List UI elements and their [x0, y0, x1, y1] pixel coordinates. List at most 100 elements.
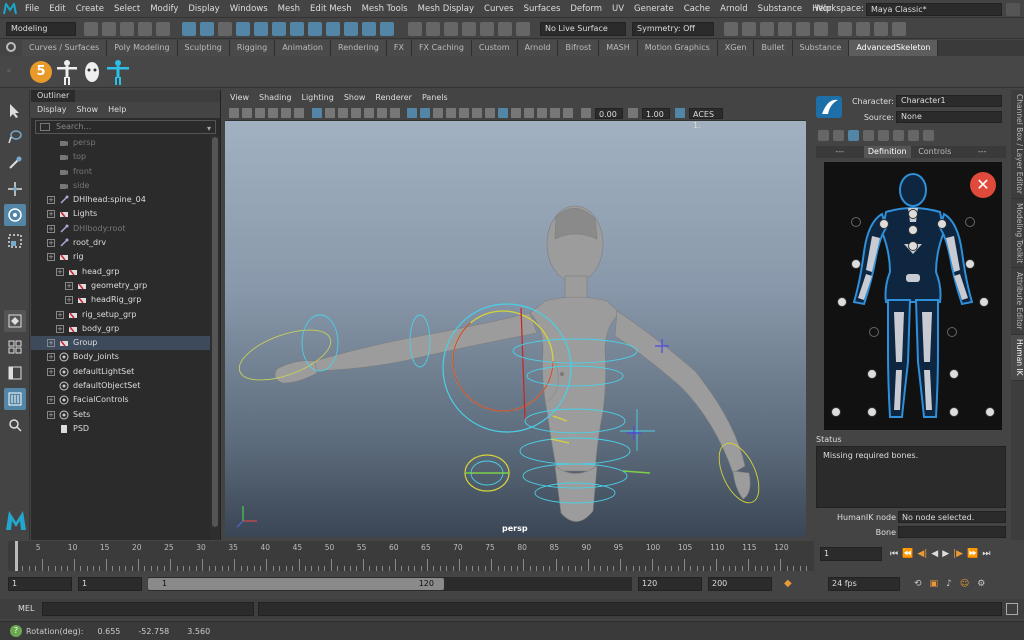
script-editor-icon[interactable] — [1006, 603, 1018, 615]
shelf-tab-rendering[interactable]: Rendering — [331, 40, 387, 56]
bookmark-icon[interactable] — [255, 108, 265, 118]
expand-icon[interactable]: + — [56, 310, 64, 319]
isolate-select-icon[interactable] — [524, 108, 534, 118]
symmetry-select[interactable]: Symmetry: Off — [632, 21, 714, 36]
expand-icon[interactable]: + — [65, 296, 73, 305]
scale-tool-icon[interactable] — [4, 230, 26, 252]
shelf-tab-custom[interactable]: Custom — [471, 40, 518, 56]
snap-vertex-icon[interactable] — [498, 21, 512, 36]
2d-pan-icon[interactable] — [281, 108, 291, 118]
humanik-tab-definition[interactable]: Definition — [863, 146, 911, 158]
snap-grid-icon[interactable] — [408, 21, 422, 36]
exposure-icon[interactable] — [580, 108, 591, 118]
select-component-icon[interactable] — [218, 21, 232, 36]
workspace-select[interactable]: Maya Classic* — [866, 3, 1002, 16]
shelf-tab-sculpting[interactable]: Sculpting — [177, 40, 230, 56]
xray-icon[interactable] — [498, 108, 508, 118]
snap-curve-icon[interactable] — [426, 21, 440, 36]
snap-point-icon[interactable] — [444, 21, 458, 36]
loop-icon[interactable]: ⟲ — [914, 579, 922, 589]
viewport-menu-show[interactable]: Show — [344, 90, 366, 106]
scene-start-field[interactable]: 1 — [8, 577, 72, 591]
outliner-item[interactable]: + Sets — [31, 408, 220, 422]
camera-attributes-icon[interactable] — [242, 108, 252, 118]
save-template-icon[interactable] — [878, 129, 889, 141]
fps-select[interactable]: 24 fps — [828, 577, 900, 591]
film-gate-icon[interactable] — [324, 108, 335, 118]
shelf-tab-rigging[interactable]: Rigging — [229, 40, 276, 56]
auto-key-icon[interactable]: ◆ — [784, 578, 796, 590]
expand-icon[interactable]: + — [47, 353, 55, 362]
step-forward-frame-icon[interactable]: |▶ — [953, 549, 963, 559]
outliner-item[interactable]: + rig_setup_grp — [31, 308, 220, 322]
source-select[interactable]: None — [896, 111, 1002, 123]
gamma-field[interactable]: 1.00 — [642, 107, 670, 119]
gate-mask-icon[interactable] — [350, 108, 361, 118]
delete-character-icon[interactable] — [893, 129, 904, 141]
outliner-tab[interactable]: Outliner — [31, 90, 76, 102]
menu-windows[interactable]: Windows — [225, 0, 273, 18]
outliner-item[interactable]: + DHIhead:spine_04 — [31, 193, 220, 207]
select-camera-icon[interactable] — [229, 108, 239, 118]
save-scene-icon[interactable] — [120, 21, 134, 36]
outliner-item[interactable]: + Body_joints — [31, 350, 220, 364]
outliner-search-input[interactable]: Search... ▾ — [35, 120, 216, 134]
viewport-menu-renderer[interactable]: Renderer — [375, 90, 412, 106]
advanced-skeleton-icon[interactable]: 5 — [30, 60, 52, 83]
expand-icon[interactable]: + — [47, 253, 55, 262]
shelf-tab-fx[interactable]: FX — [386, 40, 412, 56]
mask-locators-icon[interactable] — [380, 21, 394, 36]
undo-icon[interactable] — [138, 21, 152, 36]
redo-icon[interactable] — [156, 21, 170, 36]
face-mask-icon[interactable] — [82, 60, 102, 84]
menu-generate[interactable]: Generate — [629, 0, 679, 18]
lasso-tool-icon[interactable] — [4, 126, 26, 148]
select-hierarchy-icon[interactable] — [182, 21, 196, 36]
range-slider-thumb[interactable]: 1 120 — [148, 578, 444, 590]
shelf-tab-xgen[interactable]: XGen — [717, 40, 755, 56]
outliner-item[interactable]: + body_grp — [31, 322, 220, 336]
create-character-icon[interactable] — [818, 129, 829, 141]
menu-modify[interactable]: Modify — [145, 0, 183, 18]
command-input[interactable] — [42, 602, 254, 616]
step-back-frame-icon[interactable]: ◀| — [917, 549, 927, 559]
outliner-item[interactable]: defaultObjectSet — [31, 379, 220, 393]
safe-title-icon[interactable] — [389, 108, 400, 118]
expand-icon[interactable]: + — [56, 267, 64, 276]
expand-icon[interactable]: + — [65, 281, 73, 290]
viewport-menu-panels[interactable]: Panels — [422, 90, 448, 106]
scene-end-field[interactable]: 200 — [708, 577, 772, 591]
shelf-options-gear-icon[interactable] — [4, 40, 20, 56]
humanik-tab-controls[interactable]: Controls — [911, 146, 959, 158]
rotate-tool-icon[interactable] — [4, 204, 26, 226]
render-settings-icon[interactable] — [778, 21, 792, 36]
select-tool-icon[interactable] — [4, 100, 26, 122]
viewport-menu-view[interactable]: View — [230, 90, 249, 106]
shelf-tab-bifrost[interactable]: Bifrost — [558, 40, 600, 56]
skeleton-definition-icon[interactable] — [848, 129, 859, 141]
image-plane-icon[interactable] — [268, 108, 278, 118]
playback-end-field[interactable]: 120 — [638, 577, 702, 591]
expand-icon[interactable]: + — [47, 410, 55, 419]
expand-icon[interactable]: + — [47, 239, 55, 248]
layout-single-icon[interactable] — [4, 310, 26, 332]
toggle-attribute-editor-icon[interactable] — [856, 21, 870, 36]
side-tab-human-ik[interactable]: Human IK — [1011, 335, 1024, 381]
anti-aliasing-icon[interactable] — [550, 108, 560, 118]
character-select[interactable]: Character1 — [896, 95, 1002, 107]
menu-mesh[interactable]: Mesh — [273, 0, 305, 18]
mask-curves-icon[interactable] — [272, 21, 286, 36]
ambient-occlusion-icon[interactable] — [485, 108, 495, 118]
toggle-tool-settings-icon[interactable] — [874, 21, 888, 36]
humanik-node-field[interactable]: No node selected. — [898, 511, 1006, 523]
outliner-item[interactable]: + Lights — [31, 207, 220, 221]
menu-cache[interactable]: Cache — [679, 0, 715, 18]
wireframe-icon[interactable] — [407, 108, 417, 118]
outliner-item[interactable]: + headRig_grp — [31, 293, 220, 307]
shelf-menu-icon[interactable]: ◦ — [0, 57, 18, 87]
missing-bones-close-icon[interactable]: ✕ — [970, 172, 996, 198]
biped-tpose-icon[interactable] — [106, 59, 130, 85]
maya-logo-icon[interactable] — [0, 0, 20, 18]
menu-deform[interactable]: Deform — [565, 0, 607, 18]
search-icon[interactable] — [4, 414, 26, 436]
